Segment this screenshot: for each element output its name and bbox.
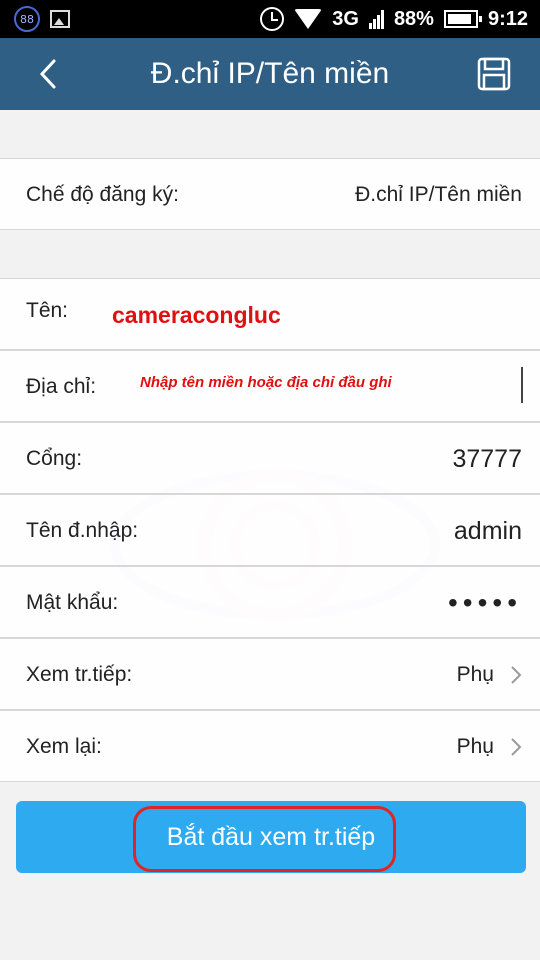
battery-level-fill	[447, 14, 471, 24]
port-row[interactable]: Cổng: 37777	[0, 422, 540, 494]
gallery-icon	[50, 10, 70, 28]
live-view-row[interactable]: Xem tr.tiếp: Phụ	[0, 638, 540, 710]
live-view-value: Phụ	[456, 663, 494, 686]
start-live-view-button[interactable]: Bắt đầu xem tr.tiếp	[16, 801, 526, 873]
playback-label: Xem lại:	[26, 735, 102, 758]
playback-row[interactable]: Xem lại: Phụ	[0, 710, 540, 782]
status-bar: 88 3G 88% 9:12	[0, 0, 540, 38]
status-left: 88	[14, 6, 70, 32]
chevron-right-icon	[511, 666, 522, 684]
page-title: Đ.chỉ IP/Tên miền	[150, 57, 390, 90]
name-value: cameracongluc	[112, 302, 281, 328]
save-icon[interactable]	[476, 56, 512, 92]
form-content: Chế độ đăng ký: Đ.chỉ IP/Tên miền Tên: c…	[0, 110, 540, 960]
signal-icon	[368, 9, 384, 29]
app-bar: Đ.chỉ IP/Tên miền	[0, 38, 540, 110]
clock: 9:12	[487, 7, 528, 30]
address-row[interactable]: Địa chỉ: Nhập tên miền hoặc địa chỉ đầu …	[0, 350, 540, 422]
username-value: admin	[453, 517, 522, 545]
notification-badge: 88	[14, 6, 40, 32]
status-right: 3G 88% 9:12	[260, 0, 528, 38]
battery-icon	[443, 10, 482, 28]
text-cursor	[521, 367, 523, 403]
password-row[interactable]: Mật khẩu: •••••	[0, 566, 540, 638]
network-type: 3G	[332, 7, 359, 30]
username-row[interactable]: Tên đ.nhập: admin	[0, 494, 540, 566]
playback-value: Phụ	[456, 735, 494, 758]
port-value: 37777	[452, 445, 522, 473]
password-value: •••••	[447, 587, 522, 618]
back-arrow-icon[interactable]	[30, 56, 66, 92]
username-label: Tên đ.nhập:	[26, 519, 139, 542]
wifi-icon	[294, 9, 323, 29]
chevron-right-icon	[511, 738, 522, 756]
port-label: Cổng:	[26, 447, 83, 470]
registration-mode-label: Chế độ đăng ký:	[26, 183, 179, 206]
registration-mode-value: Đ.chỉ IP/Tên miền	[355, 183, 522, 206]
password-label: Mật khẩu:	[26, 591, 119, 614]
name-label: Tên:	[26, 299, 69, 322]
name-row[interactable]: Tên: cameracongluc	[0, 278, 540, 350]
live-view-label: Xem tr.tiếp:	[26, 663, 133, 686]
address-label: Địa chỉ:	[26, 375, 97, 398]
registration-mode-row[interactable]: Chế độ đăng ký: Đ.chỉ IP/Tên miền	[0, 158, 540, 230]
alarm-icon	[260, 7, 285, 31]
address-hint: Nhập tên miền hoặc địa chỉ đầu ghi	[140, 374, 392, 391]
battery-percent: 88%	[393, 7, 434, 30]
